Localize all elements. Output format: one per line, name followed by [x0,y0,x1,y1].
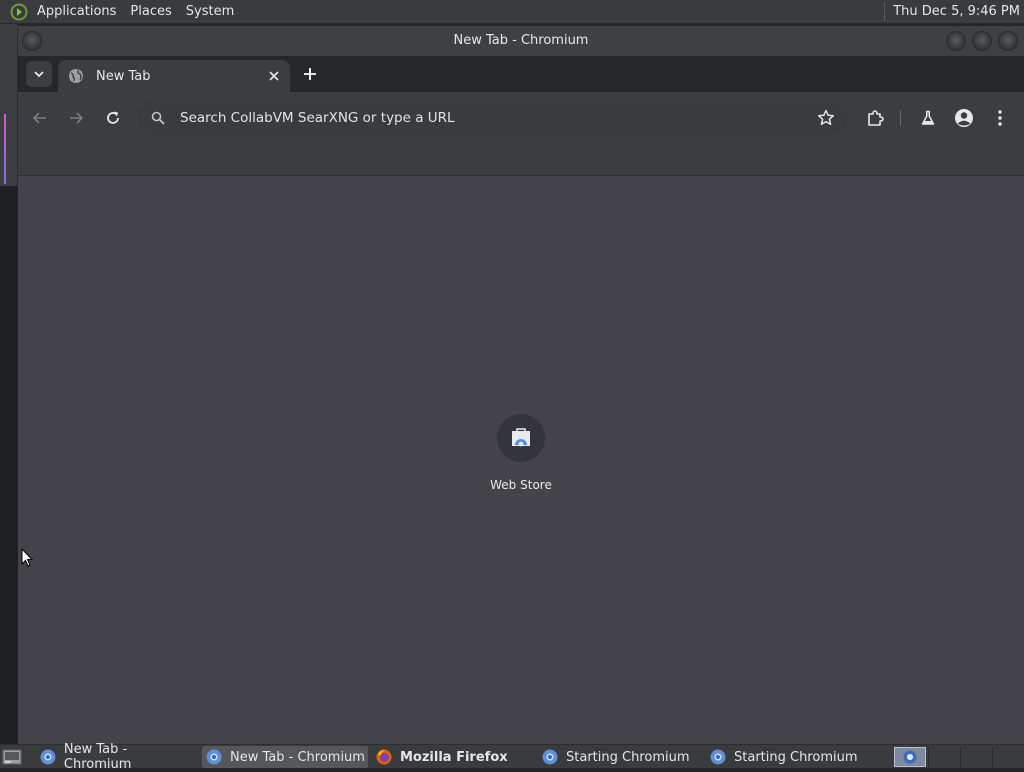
bottom-taskbar: New Tab - Chromium New Tab - Chromium Mo… [0,742,1024,772]
show-desktop-icon[interactable] [2,748,22,766]
arrow-left-icon [32,112,46,124]
browser-window: New Tab - Chromium New Tab Search Collab… [18,26,1024,744]
taskbar-task[interactable]: Starting Chromium [538,746,700,768]
workspace-2[interactable] [928,747,960,767]
puzzle-icon [868,110,884,126]
kebab-menu-icon [998,110,1002,126]
chromium-icon [40,749,56,765]
firefox-icon [376,749,392,765]
clock[interactable]: Thu Dec 5, 9:46 PM [893,4,1024,19]
close-icon [269,71,279,81]
tab-strip: New Tab [18,56,1024,92]
top-panel: Applications Places System Thu Dec 5, 9:… [0,0,1024,24]
browser-toolbar: Search CollabVM SearXNG or type a URL [18,92,1024,144]
tab-close-button[interactable] [264,66,284,86]
workspace-3[interactable] [960,747,992,767]
web-store-icon [512,428,530,447]
chromium-icon [206,749,222,765]
taskbar-task[interactable]: Mozilla Firefox [372,746,534,768]
globe-icon [69,69,83,83]
reload-icon [107,111,119,124]
tab-title: New Tab [96,68,151,84]
maximize-button[interactable] [972,31,992,51]
tab-search-button[interactable] [26,61,52,87]
window-titlebar[interactable]: New Tab - Chromium [18,26,1024,56]
taskbar-task[interactable]: Starting Chromium [706,746,868,768]
window-title: New Tab - Chromium [453,33,589,48]
applications-menu[interactable]: Applications [30,0,123,24]
back-button[interactable] [26,104,54,132]
chromium-icon [903,750,917,764]
shortcut-tile[interactable] [497,414,545,462]
chevron-down-icon [34,71,44,78]
labs-button[interactable] [914,104,942,132]
forward-button[interactable] [62,104,90,132]
omnibox-placeholder: Search CollabVM SearXNG or type a URL [180,110,455,126]
profile-avatar-icon [955,109,973,127]
side-accent [4,114,6,184]
shortcut-label: Web Store [490,478,552,492]
toolbar-divider [900,110,901,126]
flask-icon [921,110,935,125]
panel-separator [884,2,886,21]
chromium-icon [542,749,558,765]
window-menu-button[interactable] [22,31,42,51]
reload-button[interactable] [99,104,127,132]
new-tab-button[interactable] [300,64,320,84]
workspace-4[interactable] [992,747,1024,767]
places-menu[interactable]: Places [123,0,178,24]
search-icon [151,111,165,125]
desktop-left-strip [0,24,18,744]
distro-logo-icon[interactable] [8,1,30,23]
tab-new-tab[interactable]: New Tab [58,60,290,92]
menu-button[interactable] [986,104,1014,132]
omnibox[interactable]: Search CollabVM SearXNG or type a URL [138,100,848,136]
shortcut-web-store[interactable]: Web Store [481,414,561,492]
profile-button[interactable] [950,104,978,132]
taskbar-task[interactable]: New Tab - Chromium [36,742,198,772]
task-label: Mozilla Firefox [400,749,508,765]
minimize-button[interactable] [946,31,966,51]
side-panel [0,24,18,186]
extensions-button[interactable] [861,104,889,132]
task-label: Starting Chromium [566,749,690,765]
bookmark-star-icon[interactable] [816,108,836,128]
task-label: New Tab - Chromium [230,749,365,765]
plus-icon [304,68,316,80]
close-window-button[interactable] [998,31,1018,51]
workspace-switcher-active[interactable] [894,747,926,767]
system-menu[interactable]: System [179,0,241,24]
new-tab-page: Web Store [18,176,1024,744]
task-label: Starting Chromium [734,749,858,765]
mouse-cursor-icon [21,548,33,567]
taskbar-task[interactable]: New Tab - Chromium [202,746,368,768]
arrow-right-icon [70,112,84,124]
chromium-icon [710,749,726,765]
toolbar-spacer [18,144,1024,176]
